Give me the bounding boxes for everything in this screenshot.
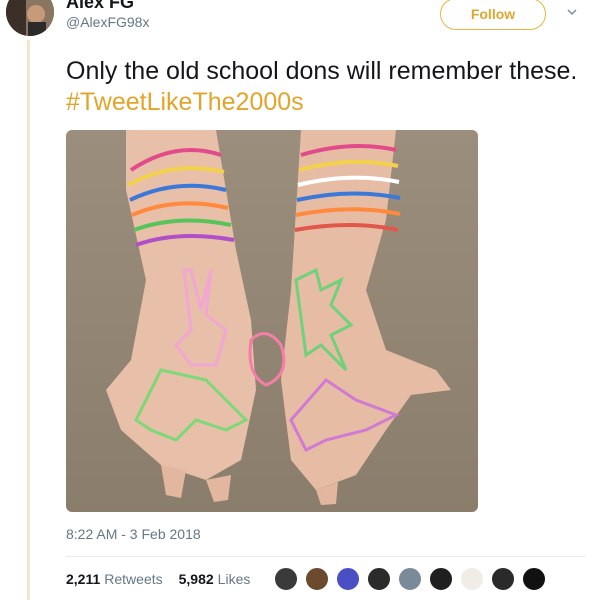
liker-avatar[interactable] [491, 567, 515, 591]
likes-label[interactable]: Likes [218, 571, 251, 587]
tweet-stats: 2,211 Retweets 5,982 Likes [66, 571, 250, 587]
liker-avatar[interactable] [398, 567, 422, 591]
retweets-label[interactable]: Retweets [104, 571, 162, 587]
thread-line [27, 40, 30, 600]
tweet-body: Only the old school dons will remember t… [66, 57, 578, 85]
author-handle[interactable]: @AlexFG98x [66, 14, 149, 30]
author-display-name[interactable]: Alex FG [66, 0, 134, 13]
likes-count[interactable]: 5,982 [179, 571, 214, 587]
chevron-down-icon[interactable] [566, 6, 578, 18]
liker-avatar[interactable] [522, 567, 546, 591]
liker-avatar[interactable] [336, 567, 360, 591]
author-avatar[interactable] [6, 0, 54, 36]
liker-avatar[interactable] [305, 567, 329, 591]
liker-avatars [274, 567, 553, 591]
liker-avatar[interactable] [429, 567, 453, 591]
stats-gap [167, 571, 175, 587]
liker-avatar[interactable] [460, 567, 484, 591]
retweets-count[interactable]: 2,211 [66, 571, 100, 587]
tweet-photo[interactable] [66, 130, 478, 512]
follow-button[interactable]: Follow [440, 0, 546, 30]
divider [66, 556, 586, 557]
liker-avatar[interactable] [367, 567, 391, 591]
tweet-text: Only the old school dons will remember t… [66, 56, 586, 118]
tweet-timestamp[interactable]: 8:22 AM - 3 Feb 2018 [66, 526, 201, 542]
liker-avatar[interactable] [274, 567, 298, 591]
hashtag-link[interactable]: #TweetLikeThe2000s [66, 88, 304, 116]
